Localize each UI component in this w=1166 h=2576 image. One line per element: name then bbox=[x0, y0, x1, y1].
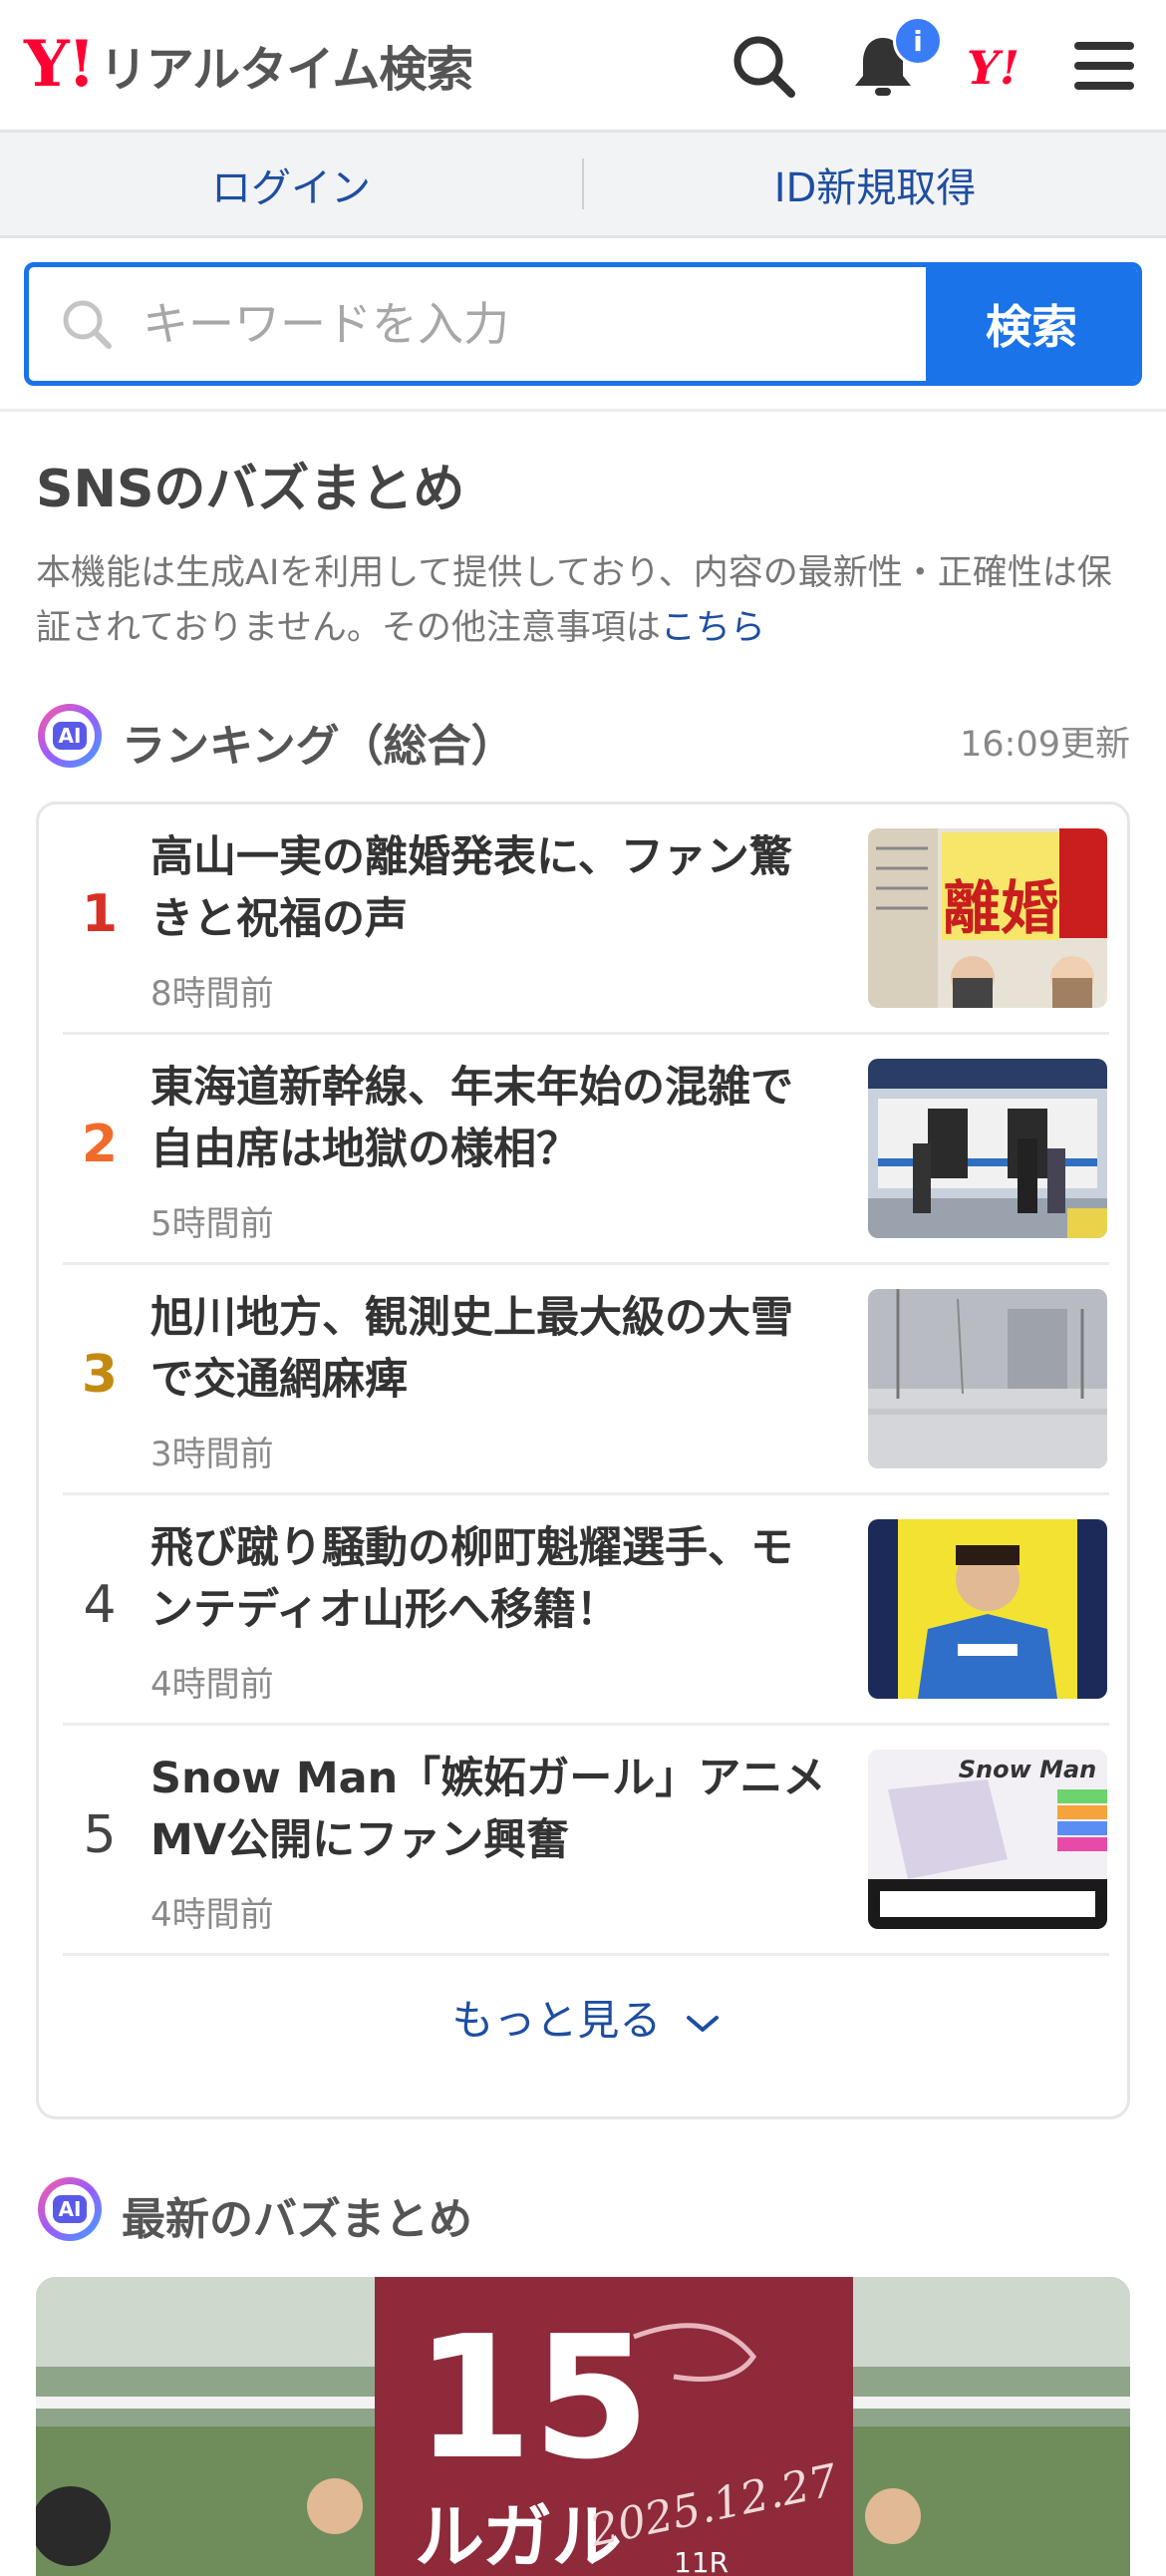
ranking-thumbnail: Snow Man bbox=[868, 1750, 1107, 1929]
ranking-item-title: 旭川地方、観測史上最大級の大雪で交通網麻痺 bbox=[150, 1293, 793, 1405]
search-input[interactable] bbox=[143, 297, 900, 351]
yahoo-japan-icon[interactable]: Y! bbox=[963, 36, 1038, 112]
ai-icon: AI bbox=[38, 2177, 102, 2241]
yj-mark-text: Y! bbox=[967, 41, 1020, 95]
yahoo-realtime-logo[interactable]: Y! リアルタイム検索 bbox=[24, 27, 474, 102]
more-link-label: もっと見る bbox=[451, 1996, 662, 2045]
ranking-item-title: 高山一実の離婚発表に、ファン驚きと祝福の声 bbox=[150, 832, 792, 944]
image-race: 11R bbox=[674, 2546, 729, 2576]
ranking-item-time: 8時間前 bbox=[150, 974, 274, 1014]
ranking-item-time: 5時間前 bbox=[150, 1204, 274, 1244]
thumb-logo-text: Snow Man bbox=[959, 1756, 1097, 1783]
image-number: 15 bbox=[415, 2300, 651, 2497]
ranking-thumbnail bbox=[868, 1289, 1107, 1468]
search-icon[interactable] bbox=[726, 28, 801, 104]
ranking-item[interactable]: 1 高山一実の離婚発表に、ファン驚きと祝福の声 8時間前 離婚 bbox=[63, 805, 1109, 1035]
ranking-item-time: 4時間前 bbox=[150, 1665, 274, 1705]
ranking-updated-time: 16:09更新 bbox=[960, 725, 1130, 765]
latest-buzz-image: 15 ルガル 2025.12.27 11R bbox=[36, 2277, 1130, 2576]
ranking-item[interactable]: 4 飛び蹴り騒動の柳町魁耀選手、モンテディオ山形へ移籍！ 4時間前 bbox=[63, 1495, 1109, 1726]
latest-buzz-card[interactable]: 15 ルガル 2025.12.27 11R bbox=[36, 2277, 1130, 2576]
app-header: Y! リアルタイム検索 i Y! bbox=[0, 0, 1166, 133]
login-link[interactable]: ログイン bbox=[0, 133, 582, 235]
notification-badge: i bbox=[893, 16, 943, 66]
rank-number: 1 bbox=[81, 884, 119, 944]
auth-bar: ログイン ID新規取得 bbox=[0, 133, 1166, 238]
signup-link[interactable]: ID新規取得 bbox=[584, 133, 1166, 235]
ranking-thumbnail bbox=[868, 1519, 1107, 1699]
ai-disclaimer: 本機能は生成AIを利用して提供しており、内容の最新性・正確性は保証されておりませ… bbox=[36, 546, 1132, 656]
ai-icon-label: AI bbox=[52, 2195, 88, 2223]
ranking-thumbnail: 離婚 bbox=[868, 828, 1107, 1008]
ranking-item[interactable]: 2 東海道新幹線、年末年始の混雑で自由席は地獄の様相？ 5時間前 bbox=[63, 1035, 1109, 1265]
chevron-down-icon bbox=[686, 2015, 719, 2032]
logo-text: リアルタイム検索 bbox=[99, 42, 474, 98]
disclaimer-text: 本機能は生成AIを利用して提供しており、内容の最新性・正確性は保証されておりませ… bbox=[36, 553, 1112, 648]
thumb-headline: 離婚 bbox=[943, 874, 1058, 942]
latest-buzz-title: 最新のバズまとめ bbox=[122, 2194, 472, 2245]
disclaimer-link[interactable]: こちら bbox=[661, 608, 765, 648]
search-button[interactable]: 検索 bbox=[926, 267, 1137, 381]
ranking-thumbnail bbox=[868, 1059, 1107, 1238]
ranking-item[interactable]: 5 Snow Man「嫉妬ガール」アニメMV公開にファン興奮 4時間前 Snow… bbox=[63, 1726, 1109, 1956]
rank-number: 5 bbox=[83, 1805, 117, 1865]
ranking-item-time: 3時間前 bbox=[150, 1435, 274, 1474]
ranking-item-title: Snow Man「嫉妬ガール」アニメMV公開にファン興奮 bbox=[150, 1754, 826, 1865]
hamburger-menu-icon[interactable] bbox=[1066, 28, 1142, 104]
more-link[interactable]: もっと見る bbox=[39, 1987, 1133, 2048]
yahoo-logo-mark: Y! bbox=[24, 27, 96, 102]
search-field[interactable] bbox=[29, 267, 926, 381]
ranking-title: ランキング（総合） bbox=[122, 721, 515, 772]
ranking-item-time: 4時間前 bbox=[150, 1895, 274, 1935]
ai-icon: AI bbox=[38, 704, 102, 768]
ranking-item-title: 東海道新幹線、年末年始の混雑で自由席は地獄の様相？ bbox=[150, 1063, 793, 1174]
page-title: SNSのバズまとめ bbox=[36, 460, 465, 519]
ai-icon-label: AI bbox=[52, 722, 88, 750]
section-divider bbox=[0, 409, 1166, 412]
search-field-icon bbox=[63, 300, 112, 349]
ranking-item[interactable]: 3 旭川地方、観測史上最大級の大雪で交通網麻痺 3時間前 bbox=[63, 1265, 1109, 1495]
search-bar: 検索 bbox=[24, 262, 1142, 386]
ranking-item-title: 飛び蹴り騒動の柳町魁耀選手、モンテディオ山形へ移籍！ bbox=[150, 1523, 793, 1635]
rank-number: 3 bbox=[81, 1345, 119, 1405]
rank-number: 4 bbox=[83, 1575, 117, 1635]
rank-number: 2 bbox=[81, 1115, 119, 1174]
ranking-card: 1 高山一実の離婚発表に、ファン驚きと祝福の声 8時間前 離婚 2 東海道新幹線… bbox=[36, 802, 1130, 2119]
